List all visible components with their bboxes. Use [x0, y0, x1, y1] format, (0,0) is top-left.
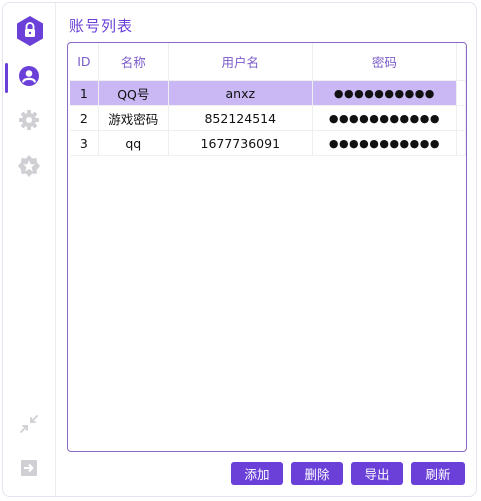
cell-password: ●●●●●●●●●●● [312, 105, 458, 131]
cell-name: QQ号 [98, 80, 169, 106]
page-title: 账号列表 [69, 17, 134, 35]
collapse-button[interactable] [3, 411, 55, 441]
refresh-button[interactable]: 刷新 [411, 462, 465, 485]
logout-button[interactable] [3, 455, 55, 485]
cell-password: ●●●●●●●●●●● [312, 130, 458, 156]
gear-icon [18, 109, 40, 135]
export-button[interactable]: 导出 [351, 462, 403, 485]
delete-button[interactable]: 删除 [291, 462, 343, 485]
sidebar-item-accounts[interactable] [3, 60, 55, 96]
shield-lock-icon [15, 15, 45, 47]
column-header-extra [456, 43, 466, 81]
cell-name: qq [98, 130, 169, 156]
sidebar-item-settings[interactable] [3, 104, 55, 140]
sidebar-item-favorites[interactable] [3, 150, 55, 186]
star-badge-icon [17, 154, 41, 182]
column-header-name[interactable]: 名称 [98, 43, 169, 81]
sidebar [3, 3, 56, 496]
collapse-arrows-icon [19, 414, 39, 438]
table-row[interactable]: 3 qq 1677736091 ●●●●●●●●●●● [70, 130, 466, 156]
table-row[interactable]: 1 QQ号 anxz ●●●●●●●●●● [70, 80, 466, 106]
column-header-id[interactable]: ID [70, 43, 99, 81]
cell-username: anxz [168, 80, 313, 106]
cell-username: 852124514 [168, 105, 313, 131]
cell-extra [456, 105, 466, 131]
logout-icon [19, 458, 39, 482]
accounts-table: ID 名称 用户名 密码 1 QQ号 anxz ●●●●●●●●●● 2 游戏密… [67, 42, 467, 452]
add-button[interactable]: 添加 [231, 462, 283, 485]
table-header-row: ID 名称 用户名 密码 [70, 43, 466, 81]
column-header-password[interactable]: 密码 [312, 43, 458, 81]
app-window: 账号列表 ID 名称 用户名 密码 1 QQ号 anxz ●●●●●●●●●● [2, 2, 477, 497]
cell-password: ●●●●●●●●●● [312, 80, 458, 106]
cell-id: 1 [70, 80, 99, 106]
user-icon [18, 65, 40, 91]
cell-username: 1677736091 [168, 130, 313, 156]
cell-extra [456, 80, 466, 106]
cell-id: 3 [70, 130, 99, 156]
cell-name: 游戏密码 [98, 105, 169, 131]
cell-id: 2 [70, 105, 99, 131]
cell-extra [456, 130, 466, 156]
table-row[interactable]: 2 游戏密码 852124514 ●●●●●●●●●●● [70, 105, 466, 131]
column-header-username[interactable]: 用户名 [168, 43, 313, 81]
